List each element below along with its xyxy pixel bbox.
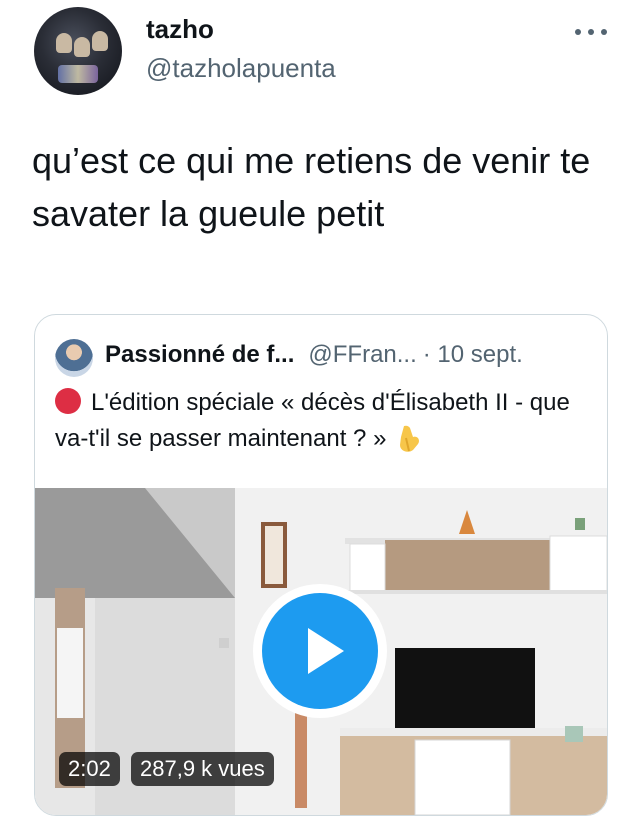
more-options-icon[interactable]	[575, 27, 607, 37]
author-display-name[interactable]: tazho	[146, 14, 214, 45]
quoted-tweet-header: Passionné de f... @FFran... · 10 sept.	[105, 341, 523, 369]
author-avatar[interactable]	[34, 7, 122, 95]
quoted-author-avatar[interactable]	[55, 339, 93, 377]
avatar-person	[56, 33, 72, 53]
avatar-light	[58, 65, 98, 83]
quoted-tweet-text-block: L'édition spéciale « décès d'Élisabeth I…	[55, 385, 595, 457]
author-handle[interactable]: @tazholapuenta	[146, 53, 336, 84]
quoted-tweet-date[interactable]: · 10 sept.	[423, 341, 523, 368]
video-duration: 2:02	[59, 752, 120, 786]
dot	[575, 29, 581, 35]
avatar-person	[92, 31, 108, 51]
play-icon	[262, 593, 378, 709]
red-circle-icon	[55, 388, 81, 414]
quoted-author-handle[interactable]: @FFran...	[308, 341, 416, 368]
play-button[interactable]	[253, 584, 387, 718]
video-views: 287,9 k vues	[131, 752, 274, 786]
dot	[588, 29, 594, 35]
tweet-text: qu’est ce qui me retiens de venir te sav…	[32, 140, 591, 234]
avatar-person	[74, 37, 90, 57]
quoted-tweet-text: L'édition spéciale « décès d'Élisabeth I…	[55, 389, 570, 452]
quoted-tweet-card[interactable]: Passionné de f... @FFran... · 10 sept. L'é…	[34, 314, 608, 816]
pointing-down-icon	[400, 425, 420, 452]
quoted-author-name[interactable]: Passionné de f...	[105, 341, 294, 368]
dot	[601, 29, 607, 35]
